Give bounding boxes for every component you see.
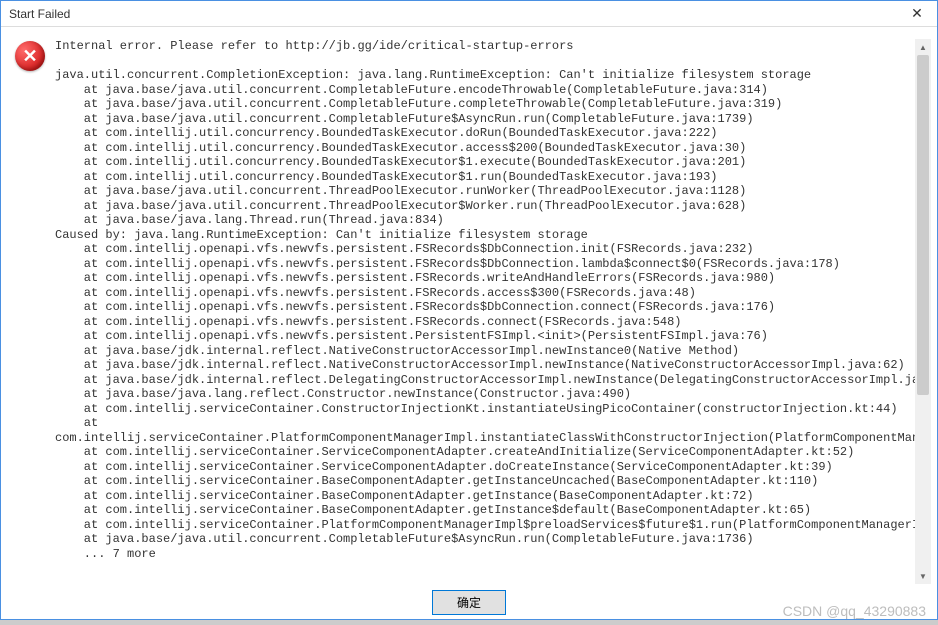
icon-column: ✕ bbox=[15, 39, 55, 584]
vertical-scrollbar[interactable]: ▲ ▼ bbox=[915, 39, 931, 584]
scroll-track[interactable] bbox=[915, 55, 931, 568]
dialog-body: ✕ Internal error. Please refer to http:/… bbox=[1, 27, 937, 584]
scroll-down-icon[interactable]: ▼ bbox=[915, 568, 931, 584]
content-column: Internal error. Please refer to http://j… bbox=[55, 39, 931, 584]
error-message: Internal error. Please refer to http://j… bbox=[55, 39, 931, 561]
watermark: CSDN @qq_43290883 bbox=[783, 603, 926, 619]
scroll-thumb[interactable] bbox=[917, 55, 929, 395]
ok-button[interactable]: 确定 bbox=[432, 590, 506, 615]
close-icon: ✕ bbox=[911, 5, 923, 22]
scroll-up-icon[interactable]: ▲ bbox=[915, 39, 931, 55]
dialog-window: Start Failed ✕ ✕ Internal error. Please … bbox=[0, 0, 938, 620]
close-button[interactable]: ✕ bbox=[897, 1, 937, 27]
error-x-glyph: ✕ bbox=[22, 46, 37, 67]
titlebar: Start Failed ✕ bbox=[1, 1, 937, 27]
error-icon: ✕ bbox=[15, 41, 45, 71]
window-title: Start Failed bbox=[9, 7, 70, 21]
